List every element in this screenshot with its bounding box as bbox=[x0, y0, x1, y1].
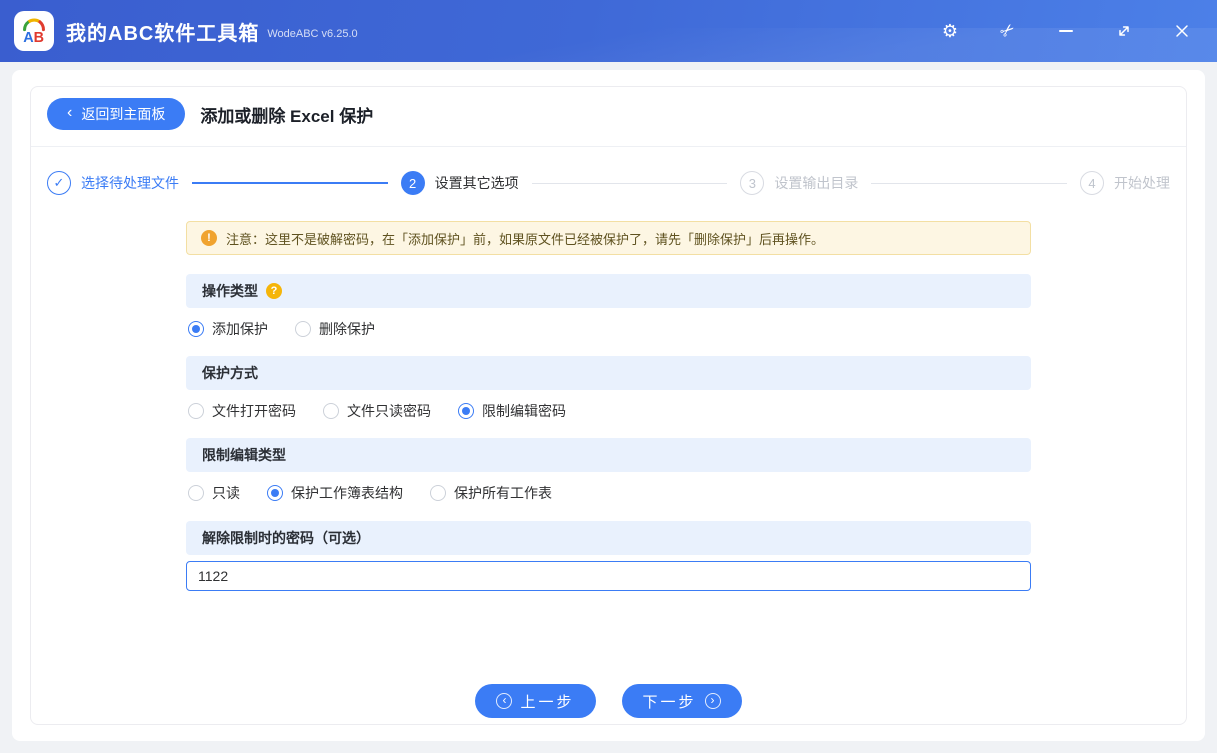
logo-letter-b: B bbox=[34, 30, 44, 46]
help-icon[interactable]: ? bbox=[266, 283, 282, 299]
close-icon[interactable] bbox=[1171, 20, 1193, 42]
back-to-main-button[interactable]: ‹ 返回到主面板 bbox=[47, 98, 186, 130]
step-4-number: 4 bbox=[1080, 171, 1105, 195]
titlebar-controls: ⚙ ✂ bbox=[939, 19, 1193, 42]
chevron-left-icon: ‹ bbox=[67, 104, 73, 121]
step-2-label: 设置其它选项 bbox=[434, 175, 519, 191]
radio-dot bbox=[188, 403, 204, 419]
circle-chevron-right-icon: › bbox=[704, 693, 721, 709]
app-window: AB 我的ABC软件工具箱 WodeABC v6.25.0 ⚙ ✂ ‹ 返回到主… bbox=[0, 0, 1217, 753]
radio-label: 限制编辑密码 bbox=[482, 403, 566, 419]
step-1-select-files: ✓ 选择待处理文件 bbox=[47, 171, 179, 195]
section-title: 解除限制时的密码（可选） bbox=[202, 530, 370, 546]
step-2-set-options: 2 设置其它选项 bbox=[400, 171, 519, 195]
gear-icon[interactable]: ⚙ bbox=[939, 20, 961, 42]
step-connector bbox=[531, 182, 728, 184]
step-4-start: 4 开始处理 bbox=[1080, 171, 1170, 195]
step-connector-active bbox=[192, 182, 388, 184]
radio-remove-protection[interactable]: 删除保护 bbox=[295, 319, 375, 339]
step-3-label: 设置输出目录 bbox=[774, 175, 859, 191]
radio-restrict-edit-password[interactable]: 限制编辑密码 bbox=[458, 401, 566, 421]
warning-icon: ! bbox=[201, 230, 217, 246]
svg-text:AB: AB bbox=[23, 30, 44, 46]
section-title: 保护方式 bbox=[202, 365, 258, 381]
content-panel: ‹ 返回到主面板 添加或删除 Excel 保护 ✓ 选择待处理文件 2 设置其它… bbox=[12, 70, 1205, 741]
restrict-type-options: 只读 保护工作簿表结构 保护所有工作表 bbox=[186, 483, 1031, 503]
section-header-operation-type: 操作类型 ? bbox=[186, 274, 1031, 308]
unlock-password-input[interactable] bbox=[186, 561, 1031, 591]
radio-dot bbox=[430, 485, 446, 501]
radio-dot bbox=[267, 485, 283, 501]
scissors-icon[interactable]: ✂ bbox=[993, 16, 1024, 47]
minimize-icon[interactable] bbox=[1055, 20, 1077, 42]
section-header-unlock-password: 解除限制时的密码（可选） bbox=[186, 521, 1031, 555]
next-step-button[interactable]: 下一步 › bbox=[621, 684, 742, 718]
step-indicator: ✓ 选择待处理文件 2 设置其它选项 3 设置输出目录 4 开始处理 bbox=[31, 147, 1186, 221]
previous-step-button[interactable]: ‹ 上一步 bbox=[475, 684, 596, 718]
step-3-number: 3 bbox=[740, 171, 765, 195]
section-header-restrict-type: 限制编辑类型 bbox=[186, 438, 1031, 472]
operation-type-options: 添加保护 删除保护 bbox=[186, 319, 1031, 339]
warning-notice: ! 注意：这里不是破解密码，在「添加保护」前，如果原文件已经被保护了，请先「删除… bbox=[186, 221, 1031, 255]
radio-add-protection[interactable]: 添加保护 bbox=[188, 319, 268, 339]
warning-text: 注意：这里不是破解密码，在「添加保护」前，如果原文件已经被保护了，请先「删除保护… bbox=[226, 231, 825, 247]
radio-dot bbox=[458, 403, 474, 419]
step-3-output-dir: 3 设置输出目录 bbox=[740, 171, 858, 195]
radio-protect-workbook-structure[interactable]: 保护工作簿表结构 bbox=[267, 483, 403, 503]
radio-label: 只读 bbox=[212, 485, 240, 501]
radio-label: 删除保护 bbox=[319, 321, 375, 337]
radio-open-password[interactable]: 文件打开密码 bbox=[188, 401, 296, 421]
form-content: ! 注意：这里不是破解密码，在「添加保护」前，如果原文件已经被保护了，请先「删除… bbox=[186, 221, 1031, 591]
radio-label: 保护工作簿表结构 bbox=[291, 485, 403, 501]
app-version: WodeABC v6.25.0 bbox=[267, 28, 358, 40]
next-step-label: 下一步 bbox=[642, 693, 697, 711]
radio-protect-all-sheets[interactable]: 保护所有工作表 bbox=[430, 483, 552, 503]
minimize-line bbox=[1059, 30, 1073, 32]
step-4-label: 开始处理 bbox=[1114, 175, 1171, 191]
wizard-card: ‹ 返回到主面板 添加或删除 Excel 保护 ✓ 选择待处理文件 2 设置其它… bbox=[30, 86, 1187, 725]
previous-step-label: 上一步 bbox=[520, 693, 575, 711]
wizard-footer: ‹ 上一步 下一步 › bbox=[31, 684, 1186, 724]
radio-dot bbox=[188, 485, 204, 501]
section-title: 限制编辑类型 bbox=[202, 447, 286, 463]
app-body: ‹ 返回到主面板 添加或删除 Excel 保护 ✓ 选择待处理文件 2 设置其它… bbox=[0, 62, 1217, 753]
app-title: 我的ABC软件工具箱 bbox=[66, 22, 260, 45]
titlebar: AB 我的ABC软件工具箱 WodeABC v6.25.0 ⚙ ✂ bbox=[0, 0, 1217, 62]
radio-label: 文件打开密码 bbox=[212, 403, 296, 419]
protection-mode-options: 文件打开密码 文件只读密码 限制编辑密码 bbox=[186, 401, 1031, 421]
radio-label: 文件只读密码 bbox=[347, 403, 431, 419]
radio-dot bbox=[323, 403, 339, 419]
step-connector bbox=[871, 182, 1068, 184]
circle-chevron-left-icon: ‹ bbox=[496, 693, 513, 709]
radio-dot bbox=[295, 321, 311, 337]
step-1-check-icon: ✓ bbox=[47, 171, 71, 195]
page-title: 添加或删除 Excel 保护 bbox=[200, 106, 374, 126]
logo-letter-a: A bbox=[23, 30, 34, 46]
radio-dot bbox=[188, 321, 204, 337]
resize-icon[interactable] bbox=[1113, 20, 1135, 42]
section-title: 操作类型 bbox=[202, 283, 258, 299]
step-2-number: 2 bbox=[400, 171, 425, 195]
radio-readonly[interactable]: 只读 bbox=[188, 483, 240, 503]
back-button-label: 返回到主面板 bbox=[81, 106, 166, 122]
step-1-label: 选择待处理文件 bbox=[81, 175, 179, 191]
radio-readonly-password[interactable]: 文件只读密码 bbox=[323, 401, 431, 421]
card-header: ‹ 返回到主面板 添加或删除 Excel 保护 bbox=[31, 87, 1186, 146]
radio-label: 添加保护 bbox=[212, 321, 268, 337]
radio-label: 保护所有工作表 bbox=[454, 485, 552, 501]
section-header-protection-mode: 保护方式 bbox=[186, 356, 1031, 390]
app-logo-icon: AB bbox=[14, 11, 54, 51]
